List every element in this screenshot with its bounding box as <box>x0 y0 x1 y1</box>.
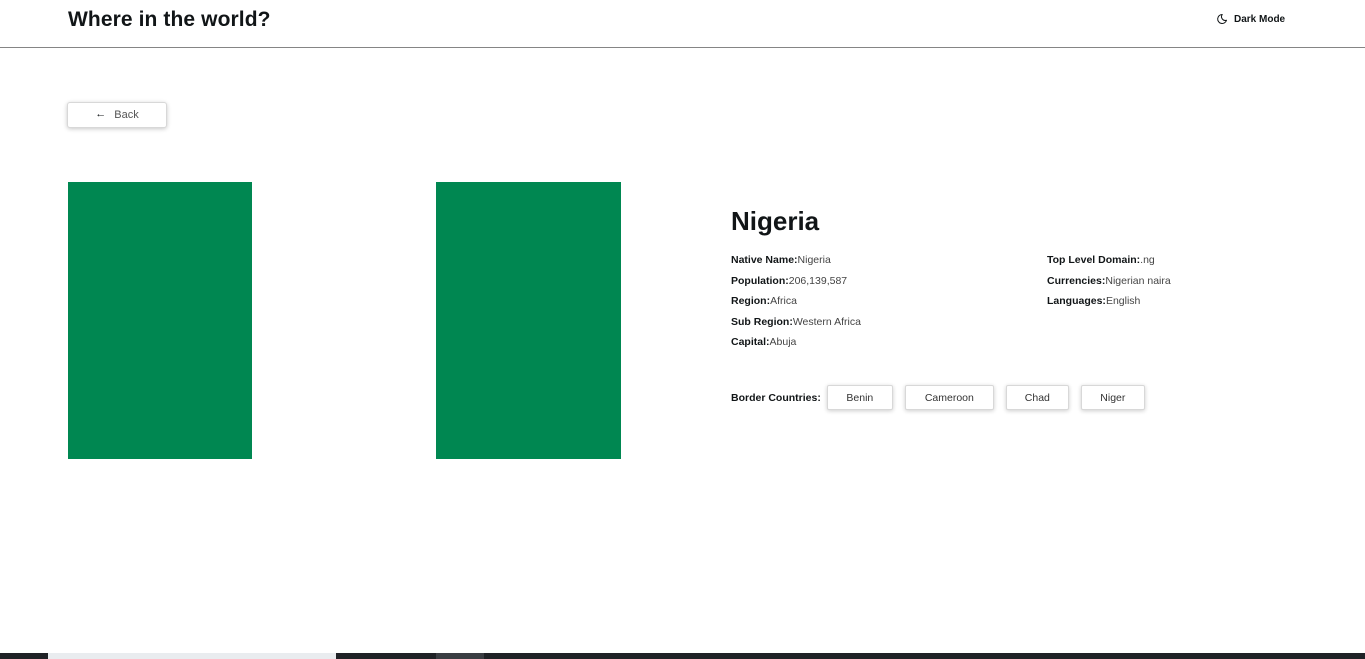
info-value: Nigeria <box>797 254 831 266</box>
info-value: Nigerian naira <box>1105 274 1171 287</box>
population-row: Population:206,139,587 <box>731 271 861 292</box>
border-country-button-benin[interactable]: Benin <box>826 385 893 410</box>
info-value: .ng <box>1140 254 1155 266</box>
info-label: Native Name: <box>731 254 798 266</box>
back-button[interactable]: ← Back <box>67 102 167 128</box>
dark-mode-toggle[interactable]: Dark Mode <box>1216 13 1285 25</box>
border-country-button-cameroon[interactable]: Cameroon <box>904 385 994 410</box>
details-left: Native Name:Nigeria Population:206,139,5… <box>731 250 861 353</box>
country-flag <box>68 182 621 459</box>
border-countries-label: Border Countries: <box>731 391 821 404</box>
info-value: Abuja <box>769 336 797 348</box>
flag-stripe-right <box>436 182 621 459</box>
info-label: Top Level Domain: <box>1047 254 1141 266</box>
currencies-row: Currencies:Nigerian naira <box>1047 271 1171 292</box>
region-row: Region:Africa <box>731 291 861 312</box>
border-country-button-niger[interactable]: Niger <box>1080 385 1145 410</box>
header: Where in the world? Dark Mode <box>0 0 1365 48</box>
arrow-left-icon: ← <box>95 107 107 120</box>
native-name-row: Native Name:Nigeria <box>731 250 861 271</box>
languages-row: Languages:English <box>1047 291 1171 312</box>
info-label: Capital: <box>731 336 770 348</box>
info-label: Region: <box>731 295 771 307</box>
sub-region-row: Sub Region:Western Africa <box>731 312 861 333</box>
info-value: Western Africa <box>792 315 861 328</box>
border-countries: Border Countries: Benin Cameroon Chad Ni… <box>731 385 1157 410</box>
page: Where in the world? Dark Mode ← Back Nig… <box>0 0 1365 659</box>
app-title: Where in the world? <box>68 8 271 31</box>
details-right: Top Level Domain:.ng Currencies:Nigerian… <box>1047 250 1171 312</box>
taskbar-segment <box>48 653 336 659</box>
taskbar-segment <box>436 653 484 659</box>
bottom-taskbar-strip <box>0 653 1365 659</box>
dark-mode-label: Dark Mode <box>1234 13 1286 25</box>
info-label: Sub Region: <box>731 315 793 328</box>
info-value: 206,139,587 <box>788 274 848 287</box>
info-value: English <box>1105 295 1141 307</box>
back-label: Back <box>114 109 139 121</box>
border-country-button-chad[interactable]: Chad <box>1005 385 1069 410</box>
country-name: Nigeria <box>731 206 820 236</box>
moon-icon <box>1216 13 1228 25</box>
info-label: Population: <box>731 274 789 287</box>
top-level-domain-row: Top Level Domain:.ng <box>1047 250 1171 271</box>
info-value: Africa <box>770 295 797 307</box>
flag-stripe-left <box>68 182 252 459</box>
info-label: Languages: <box>1047 295 1106 307</box>
flag-stripe-middle <box>252 182 436 459</box>
capital-row: Capital:Abuja <box>731 332 861 353</box>
info-label: Currencies: <box>1047 274 1106 287</box>
